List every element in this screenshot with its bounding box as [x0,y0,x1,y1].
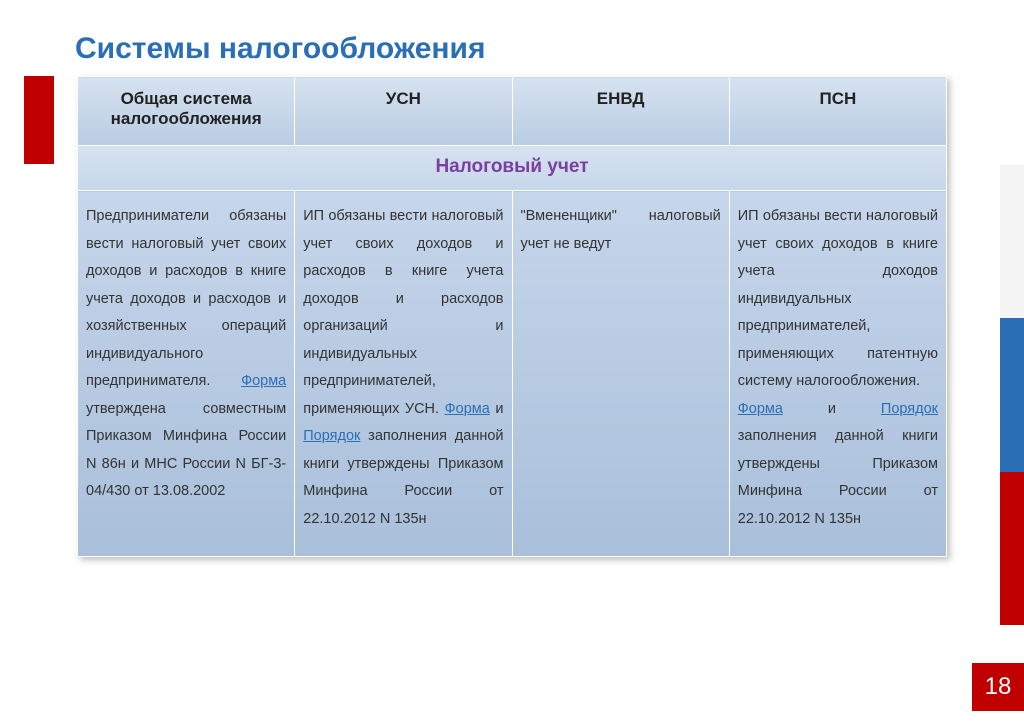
link-form[interactable]: Форма [445,401,490,417]
slide: Системы налогообложения Общая система на… [0,0,1024,723]
cell-col-3: "Вмененщики" налоговый учет не ведут [512,191,729,557]
flag-white [1000,165,1024,318]
page-number: 18 [972,663,1024,711]
table: Общая система налогообложения УСН ЕНВД П… [77,76,947,557]
cell-text: "Вмененщики" налоговый учет не ведут [521,208,721,252]
cell-text: Предприниматели обязаны вести налоговый … [86,208,286,389]
cell-text: и [490,401,504,417]
cell-text: ИП обязаны вести налоговый учет своих до… [738,208,938,389]
taxation-table: Общая система налогообложения УСН ЕНВД П… [77,76,947,557]
link-procedure[interactable]: Порядок [881,401,938,417]
header-col-2: УСН [295,77,512,146]
table-subheader-row: Налоговый учет [78,146,947,191]
link-form[interactable]: Форма [241,373,286,389]
flag-stripe [1000,165,1024,625]
link-form[interactable]: Форма [738,401,783,417]
flag-blue [1000,318,1024,471]
red-accent-bar [24,76,54,164]
header-col-4: ПСН [729,77,946,146]
header-col-3: ЕНВД [512,77,729,146]
cell-text: заполнения данной книги утверждены Прика… [738,428,938,527]
header-col-1: Общая система налогообложения [78,77,295,146]
cell-col-2: ИП обязаны вести налоговый учет своих до… [295,191,512,557]
cell-col-1: Предприниматели обязаны вести налоговый … [78,191,295,557]
cell-text: утверждена совместным Приказом Минфина Р… [86,401,286,500]
cell-col-4: ИП обязаны вести налоговый учет своих до… [729,191,946,557]
cell-text: ИП обязаны вести налоговый учет своих до… [303,208,503,417]
flag-red [1000,472,1024,625]
cell-text: и [783,401,881,417]
table-row: Предприниматели обязаны вести налоговый … [78,191,947,557]
subheader-cell: Налоговый учет [78,146,947,191]
link-procedure[interactable]: Порядок [303,428,360,444]
table-header-row: Общая система налогообложения УСН ЕНВД П… [78,77,947,146]
page-title: Системы налогообложения [75,32,485,66]
